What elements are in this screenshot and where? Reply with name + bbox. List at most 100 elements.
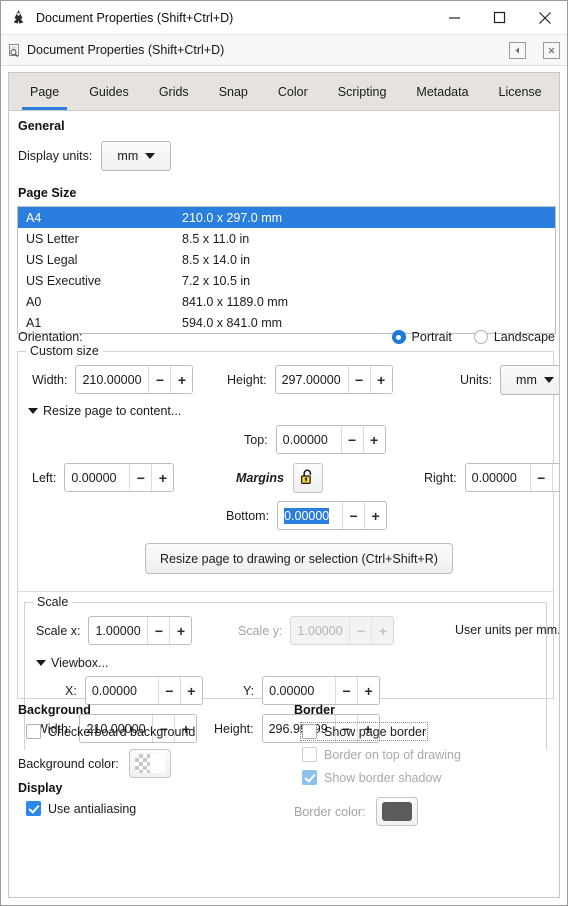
- viewbox-x-increment-button[interactable]: +: [179, 677, 202, 704]
- page-size-name: A0: [26, 294, 42, 309]
- tab-page[interactable]: Page: [15, 73, 74, 110]
- viewbox-disclosure[interactable]: Viewbox...: [36, 656, 108, 670]
- scale-y-spinbox: 1.00000 − +: [290, 616, 395, 645]
- margin-bottom-row: Bottom: 0.00000 − +: [226, 501, 388, 530]
- margin-right-row: Right: 0.00000 − +: [424, 463, 559, 492]
- use-antialiasing-label: Use antialiasing: [48, 801, 137, 816]
- margin-right-increment-button[interactable]: +: [551, 464, 559, 491]
- show-page-border-checkbox[interactable]: Show page border: [299, 722, 429, 741]
- width-spinbox[interactable]: 210.00000 − +: [75, 365, 194, 394]
- width-increment-button[interactable]: +: [170, 366, 193, 393]
- tab-color[interactable]: Color: [263, 73, 323, 110]
- checkerboard-background-checkbox[interactable]: Checkerboard background: [26, 724, 195, 739]
- margin-left-decrement-button[interactable]: −: [129, 464, 152, 491]
- viewbox-y-value: 0.00000: [269, 683, 315, 698]
- border-on-top-label: Border on top of drawing: [324, 747, 461, 762]
- checkbox-indicator: [302, 747, 317, 762]
- border-heading: Border: [294, 703, 335, 717]
- page-size-list[interactable]: A4 210.0 x 297.0 mm US Letter 8.5 x 11.0…: [17, 206, 556, 334]
- margin-bottom-value-wrap: 0.00000: [278, 502, 342, 529]
- scale-y-row: Scale y: 1.00000 − +: [238, 616, 395, 645]
- units-field-row: Units: mm: [460, 365, 559, 395]
- title-bar: Document Properties (Shift+Ctrl+D): [1, 1, 567, 35]
- maximize-button[interactable]: [477, 1, 522, 34]
- viewbox-x-spinbox[interactable]: 0.00000 − +: [84, 676, 203, 705]
- width-value: 210.00000: [82, 372, 142, 387]
- height-spinbox[interactable]: 297.00000 − +: [274, 365, 393, 394]
- height-decrement-button[interactable]: −: [347, 366, 370, 393]
- margin-bottom-increment-button[interactable]: +: [364, 502, 387, 529]
- page-size-dimensions: 841.0 x 1189.0 mm: [182, 294, 289, 309]
- page-size-item-a4[interactable]: A4 210.0 x 297.0 mm: [18, 207, 555, 228]
- scale-x-spinbox[interactable]: 1.00000 − +: [88, 616, 193, 645]
- units-value: mm: [516, 373, 537, 387]
- tab-label: Scripting: [337, 84, 387, 99]
- background-color-label: Background color:: [18, 756, 119, 771]
- dock-close-button[interactable]: [543, 41, 560, 59]
- margin-top-spinbox[interactable]: 0.00000 − +: [275, 425, 386, 454]
- tab-label: Guides: [89, 84, 129, 99]
- orientation-label: Orientation:: [18, 330, 83, 344]
- scale-x-increment-button[interactable]: +: [169, 617, 192, 644]
- margin-top-decrement-button[interactable]: −: [340, 426, 363, 453]
- show-border-shadow-checkbox: Show border shadow: [302, 770, 441, 785]
- scale-legend: Scale: [33, 595, 73, 609]
- tab-snap[interactable]: Snap: [204, 73, 263, 110]
- page-size-item-us-letter[interactable]: US Letter 8.5 x 11.0 in: [18, 228, 555, 249]
- margin-bottom-value: 0.00000: [284, 507, 330, 524]
- scale-x-decrement-button[interactable]: −: [147, 617, 170, 644]
- units-dropdown[interactable]: mm: [499, 365, 559, 395]
- swatch-color-half: [149, 754, 165, 773]
- close-button[interactable]: [522, 1, 567, 34]
- tab-scripting[interactable]: Scripting: [323, 73, 402, 110]
- page-size-dimensions: 594.0 x 841.0 mm: [182, 315, 283, 330]
- tab-grids[interactable]: Grids: [144, 73, 204, 110]
- viewbox-y-increment-button[interactable]: +: [357, 677, 380, 704]
- page-size-dimensions: 8.5 x 11.0 in: [182, 231, 250, 246]
- page-size-item-us-executive[interactable]: US Executive 7.2 x 10.5 in: [18, 270, 555, 291]
- margin-left-increment-button[interactable]: +: [151, 464, 174, 491]
- page-size-name: A1: [26, 315, 42, 330]
- tab-metadata[interactable]: Metadata: [401, 73, 483, 110]
- border-color-label: Border color:: [294, 804, 366, 819]
- width-decrement-button[interactable]: −: [148, 366, 171, 393]
- page-size-heading: Page Size: [18, 186, 77, 200]
- tab-license[interactable]: License: [484, 73, 557, 110]
- dock-header: Document Properties (Shift+Ctrl+D): [1, 35, 567, 66]
- minimize-button[interactable]: [432, 1, 477, 34]
- margin-top-increment-button[interactable]: +: [362, 426, 385, 453]
- resize-to-content-label: Resize page to content...: [43, 404, 182, 418]
- page-size-item-a0[interactable]: A0 841.0 x 1189.0 mm: [18, 291, 555, 312]
- margin-bottom-spinbox[interactable]: 0.00000 − +: [277, 501, 388, 530]
- orientation-radio-portrait[interactable]: Portrait: [391, 330, 452, 344]
- margin-left-value: 0.00000: [71, 470, 117, 485]
- viewbox-y-decrement-button[interactable]: −: [335, 677, 358, 704]
- page-tab-content: General Display units: mm Page Size A4 2…: [9, 111, 559, 897]
- tab-bar: Page Guides Grids Snap Color Scripting M…: [9, 73, 559, 111]
- checkbox-indicator: [302, 724, 317, 739]
- resize-page-button[interactable]: Resize page to drawing or selection (Ctr…: [145, 543, 453, 574]
- background-color-button[interactable]: [128, 749, 171, 778]
- show-border-shadow-label: Show border shadow: [324, 770, 442, 785]
- margin-right-decrement-button[interactable]: −: [529, 464, 552, 491]
- resize-to-content-disclosure[interactable]: Resize page to content...: [28, 404, 181, 418]
- border-color-button[interactable]: [375, 797, 418, 826]
- margin-left-spinbox[interactable]: 0.00000 − +: [64, 463, 175, 492]
- margins-lock-button[interactable]: [292, 463, 323, 493]
- tab-guides[interactable]: Guides: [74, 73, 144, 110]
- scale-y-value: 1.00000: [297, 623, 343, 638]
- display-units-row: Display units: mm: [18, 141, 172, 171]
- orientation-radio-landscape[interactable]: Landscape: [473, 330, 555, 344]
- viewbox-y-spinbox[interactable]: 0.00000 − +: [262, 676, 381, 705]
- border-color-row: Border color:: [294, 797, 418, 826]
- viewbox-x-decrement-button[interactable]: −: [157, 677, 180, 704]
- page-size-dimensions: 210.0 x 297.0 mm: [182, 210, 283, 225]
- dock-collapse-button[interactable]: [509, 41, 526, 59]
- page-size-item-us-legal[interactable]: US Legal 8.5 x 14.0 in: [18, 249, 555, 270]
- margin-right-spinbox[interactable]: 0.00000 − +: [464, 463, 559, 492]
- margin-bottom-label: Bottom:: [226, 508, 270, 523]
- display-units-dropdown[interactable]: mm: [101, 141, 172, 171]
- height-increment-button[interactable]: +: [369, 366, 392, 393]
- margin-bottom-decrement-button[interactable]: −: [342, 502, 365, 529]
- use-antialiasing-checkbox[interactable]: Use antialiasing: [26, 801, 136, 816]
